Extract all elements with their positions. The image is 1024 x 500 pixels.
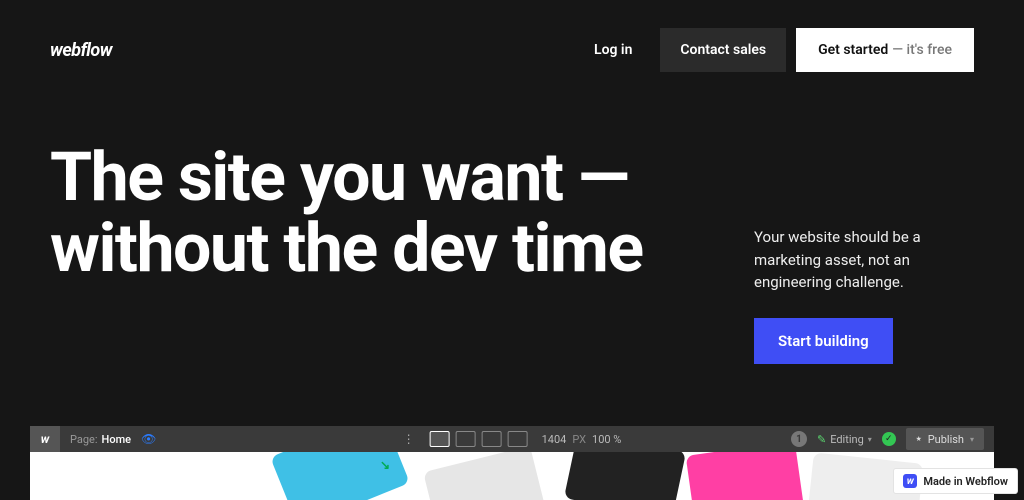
contact-sales-button[interactable]: Contact sales xyxy=(660,28,786,72)
card-graphic xyxy=(423,452,547,500)
canvas-width-unit: PX xyxy=(572,433,586,446)
editor-canvas: ↘ xyxy=(30,452,994,500)
logo[interactable]: webflow xyxy=(50,40,112,61)
more-icon[interactable]: ⋮ xyxy=(403,432,416,446)
page-selector[interactable]: Page: Home xyxy=(70,433,131,446)
canvas-dimensions: 1404 PX 100 % xyxy=(542,433,622,446)
canvas-zoom: 100 % xyxy=(592,433,621,446)
chevron-down-icon: ▾ xyxy=(970,435,974,444)
mode-label: Editing xyxy=(830,433,864,446)
hero-subtitle: Your website should be a marketing asset… xyxy=(754,226,974,294)
made-in-webflow-badge[interactable]: w Made in Webflow xyxy=(893,468,1018,494)
chevron-down-icon: ▾ xyxy=(868,435,872,444)
rocket-icon: ⭑ xyxy=(916,432,922,446)
editor-logo-icon[interactable]: w xyxy=(30,426,60,452)
arrow-glyph: ↘ xyxy=(380,458,390,472)
get-started-label: Get started xyxy=(818,42,888,58)
history-count-badge[interactable]: 1 xyxy=(791,431,807,447)
get-started-suffix: — it's free xyxy=(892,42,952,58)
status-ok-icon[interactable]: ✓ xyxy=(882,432,896,446)
device-tablet-icon[interactable] xyxy=(482,431,502,447)
login-link[interactable]: Log in xyxy=(576,28,650,72)
publish-label: Publish xyxy=(928,433,964,446)
editor-preview: w Page: Home 👁 ⋮ 1404 PX 100 % xyxy=(30,426,994,500)
start-building-button[interactable]: Start building xyxy=(754,318,893,364)
webflow-mark-icon: w xyxy=(903,474,917,488)
top-nav: Log in Contact sales Get started — it's … xyxy=(576,28,974,72)
card-graphic xyxy=(564,452,686,500)
device-mobile-icon[interactable] xyxy=(508,431,528,447)
preview-eye-icon[interactable]: 👁 xyxy=(141,432,156,446)
hero-title: The site you want — without the dev time xyxy=(50,142,714,283)
canvas-width-value: 1404 xyxy=(542,433,567,446)
pencil-icon: ✎ xyxy=(817,433,826,446)
mode-switch[interactable]: ✎ Editing ▾ xyxy=(817,433,872,446)
page-name: Home xyxy=(102,433,132,446)
card-graphic xyxy=(686,452,805,500)
publish-button[interactable]: ⭑ Publish ▾ xyxy=(906,428,984,450)
editor-toolbar: w Page: Home 👁 ⋮ 1404 PX 100 % xyxy=(30,426,994,452)
get-started-button[interactable]: Get started — it's free xyxy=(796,28,974,72)
device-laptop-icon[interactable] xyxy=(456,431,476,447)
badge-label: Made in Webflow xyxy=(923,475,1008,488)
device-desktop-icon[interactable] xyxy=(430,431,450,447)
page-label: Page: xyxy=(70,433,98,446)
